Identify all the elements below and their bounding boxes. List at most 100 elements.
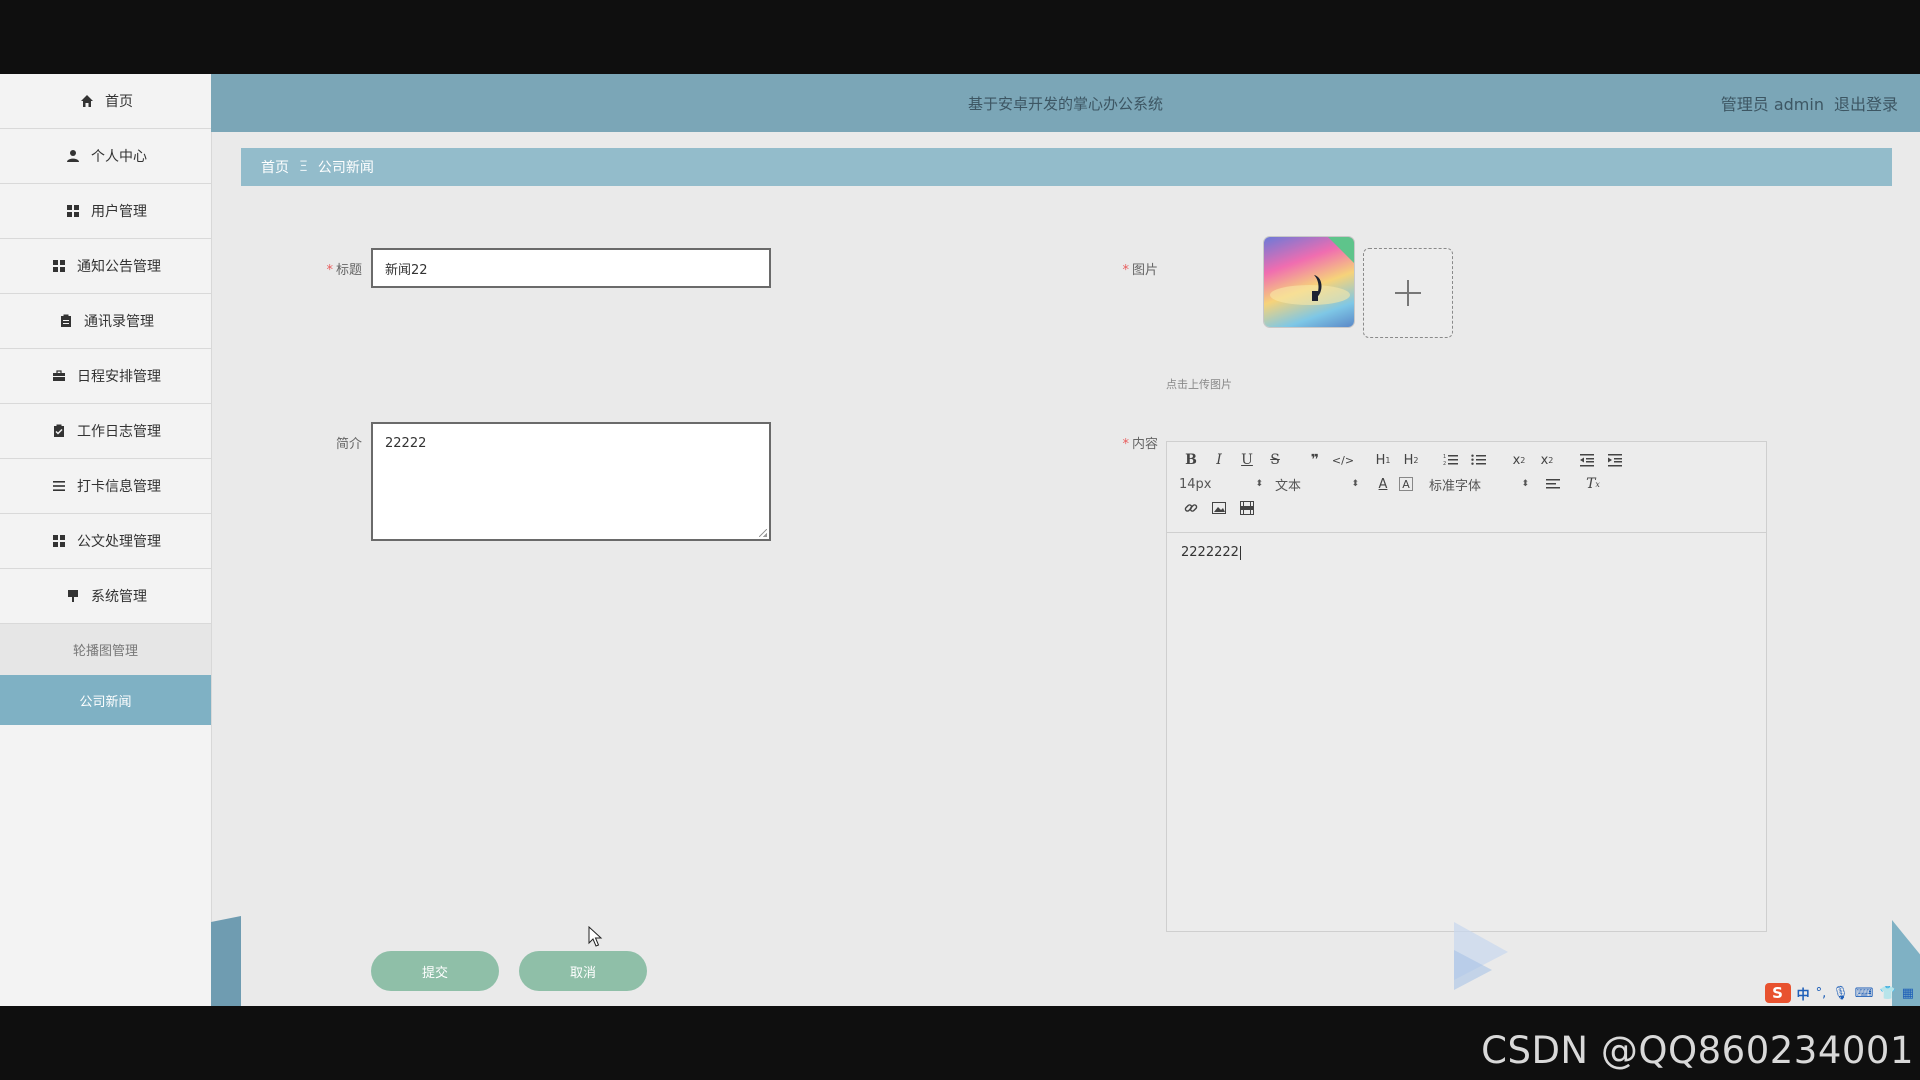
indent-icon[interactable] bbox=[1603, 448, 1627, 472]
sidebar-item-checkin[interactable]: 打卡信息管理 bbox=[0, 459, 211, 514]
align-icon[interactable] bbox=[1541, 472, 1565, 496]
thumbnail-corner bbox=[1328, 237, 1354, 263]
sidebar-item-profile[interactable]: 个人中心 bbox=[0, 129, 211, 184]
resize-handle-icon[interactable] bbox=[759, 529, 767, 537]
submit-button[interactable]: 提交 bbox=[371, 951, 499, 991]
breadcrumb-current: 公司新闻 bbox=[317, 160, 374, 176]
video-icon[interactable] bbox=[1235, 496, 1259, 520]
svg-text:2: 2 bbox=[1443, 461, 1446, 467]
sidebar-subitem-label: 公司新闻 bbox=[79, 694, 132, 710]
home-icon bbox=[78, 92, 96, 110]
user-icon bbox=[64, 147, 82, 165]
breadcrumb-home[interactable]: 首页 bbox=[261, 157, 289, 177]
bullet-list-icon[interactable] bbox=[1467, 448, 1491, 472]
list-icon bbox=[50, 477, 68, 495]
sidebar-item-label: 通知公告管理 bbox=[77, 259, 161, 275]
keyboard-icon: ⌨ bbox=[1854, 985, 1874, 1001]
title-label-text: 标题 bbox=[335, 263, 362, 278]
text-type-select[interactable]: 文本 ⬍ bbox=[1275, 475, 1359, 494]
user-label: 管理员 admin bbox=[1720, 95, 1824, 114]
mouse-cursor-icon bbox=[588, 926, 603, 947]
user-area: 管理员 admin 退出登录 bbox=[1711, 74, 1898, 132]
app-window: 首页 个人中心 用户管理 通知公告管理 通讯录管理 日程安排管理 工作日志管理 … bbox=[0, 74, 1920, 1006]
ime-toolbar[interactable]: S 中 °, 🎙 ⌨ 👕 ▦ bbox=[1764, 982, 1914, 1004]
clear-format-icon[interactable]: Tx bbox=[1581, 472, 1605, 496]
h1-icon[interactable]: H1 bbox=[1371, 448, 1395, 472]
summary-textarea[interactable]: 22222 bbox=[371, 422, 771, 541]
editor-content-text: 2222222 bbox=[1181, 545, 1239, 560]
grid-icon bbox=[64, 202, 82, 220]
sidebar-item-label: 用户管理 bbox=[91, 204, 147, 220]
sidebar-item-label: 工作日志管理 bbox=[77, 424, 161, 440]
grid-icon bbox=[50, 532, 68, 550]
subscript-icon[interactable]: x2 bbox=[1507, 448, 1531, 472]
sidebar-item-home[interactable]: 首页 bbox=[0, 74, 211, 129]
sidebar-item-documents[interactable]: 公文处理管理 bbox=[0, 514, 211, 569]
plus-icon bbox=[1395, 280, 1421, 306]
text-type-value: 文本 bbox=[1275, 478, 1302, 494]
rich-text-editor: B I U S ❞ </> H1 H2 12 x2 x2 14px ⬍ 文本 ⬍… bbox=[1166, 441, 1767, 932]
clipboard-icon bbox=[57, 312, 75, 330]
sidebar-item-worklog[interactable]: 工作日志管理 bbox=[0, 404, 211, 459]
select-arrow-icon: ⬍ bbox=[1521, 479, 1529, 489]
strike-icon[interactable]: S bbox=[1263, 448, 1287, 472]
content-label-text: 内容 bbox=[1131, 437, 1158, 452]
content-label: * 内容 bbox=[1110, 433, 1158, 452]
summary-label: 简介 bbox=[318, 433, 362, 452]
sidebar-item-label: 打卡信息管理 bbox=[77, 479, 161, 495]
background-color-icon[interactable]: A bbox=[1399, 477, 1413, 491]
ordered-list-icon[interactable]: 12 bbox=[1439, 448, 1463, 472]
sidebar-item-label: 首页 bbox=[105, 94, 133, 110]
font-size-select[interactable]: 14px ⬍ bbox=[1179, 477, 1263, 492]
sidebar-item-label: 公文处理管理 bbox=[77, 534, 161, 550]
required-mark: * bbox=[326, 263, 333, 278]
csdn-watermark: CSDN @QQ860234001 bbox=[1481, 1029, 1914, 1072]
top-header: 基于安卓开发的掌心办公系统 管理员 admin 退出登录 bbox=[211, 74, 1920, 132]
sidebar-item-schedule[interactable]: 日程安排管理 bbox=[0, 349, 211, 404]
sidebar-item-system[interactable]: 系统管理 bbox=[0, 569, 211, 624]
punctuation-icon: °, bbox=[1815, 985, 1827, 1001]
cancel-button[interactable]: 取消 bbox=[519, 951, 647, 991]
toolbar-row-3 bbox=[1179, 496, 1263, 520]
uploaded-image-thumbnail[interactable] bbox=[1264, 237, 1354, 327]
select-arrow-icon: ⬍ bbox=[1351, 479, 1359, 489]
quote-icon[interactable]: ❞ bbox=[1303, 448, 1327, 472]
sidebar-subitem-carousel[interactable]: 轮播图管理 bbox=[0, 624, 211, 675]
image-label: * 图片 bbox=[1110, 259, 1158, 278]
breadcrumb-separator: Ξ bbox=[299, 159, 308, 175]
summary-label-text: 简介 bbox=[335, 437, 362, 452]
logout-link[interactable]: 退出登录 bbox=[1834, 91, 1898, 115]
title-input[interactable]: 新闻22 bbox=[371, 248, 771, 288]
editor-content-area[interactable]: 2222222 bbox=[1167, 533, 1766, 572]
code-icon[interactable]: </> bbox=[1331, 448, 1355, 472]
font-color-icon[interactable]: A bbox=[1371, 472, 1395, 496]
sidebar-item-users[interactable]: 用户管理 bbox=[0, 184, 211, 239]
sidebar-item-label: 系统管理 bbox=[91, 589, 147, 605]
outdent-icon[interactable] bbox=[1575, 448, 1599, 472]
ime-mode-label: 中 bbox=[1796, 987, 1810, 1003]
font-size-value: 14px bbox=[1179, 476, 1212, 492]
italic-icon[interactable]: I bbox=[1207, 448, 1231, 472]
microphone-icon: 🎙 bbox=[1832, 985, 1849, 1001]
title-input-value: 新闻22 bbox=[385, 262, 428, 278]
underline-icon[interactable]: U bbox=[1235, 448, 1259, 472]
sidebar-item-contacts[interactable]: 通讯录管理 bbox=[0, 294, 211, 349]
image-upload-button[interactable] bbox=[1363, 248, 1453, 338]
image-icon[interactable] bbox=[1207, 496, 1231, 520]
toolbar-row-2: 14px ⬍ 文本 ⬍ A A 标准字体 ⬍ Tx bbox=[1179, 472, 1609, 496]
bold-icon[interactable]: B bbox=[1179, 448, 1203, 472]
superscript-icon[interactable]: x2 bbox=[1535, 448, 1559, 472]
h2-icon[interactable]: H2 bbox=[1399, 448, 1423, 472]
required-mark: * bbox=[1122, 437, 1129, 452]
clipboard-check-icon bbox=[50, 422, 68, 440]
image-label-text: 图片 bbox=[1131, 263, 1158, 278]
sidebar-subitem-company-news[interactable]: 公司新闻 bbox=[0, 675, 211, 725]
sidebar-item-label: 通讯录管理 bbox=[84, 314, 154, 330]
font-family-select[interactable]: 标准字体 ⬍ bbox=[1429, 475, 1529, 494]
sidebar-item-notices[interactable]: 通知公告管理 bbox=[0, 239, 211, 294]
toolbar-row-1: B I U S ❞ </> H1 H2 12 x2 x2 bbox=[1179, 448, 1631, 472]
app-title: 基于安卓开发的掌心办公系统 bbox=[967, 94, 1163, 113]
sidebar-item-label: 日程安排管理 bbox=[77, 369, 161, 385]
link-icon[interactable] bbox=[1179, 496, 1203, 520]
editor-toolbar: B I U S ❞ </> H1 H2 12 x2 x2 14px ⬍ 文本 ⬍… bbox=[1167, 442, 1766, 533]
